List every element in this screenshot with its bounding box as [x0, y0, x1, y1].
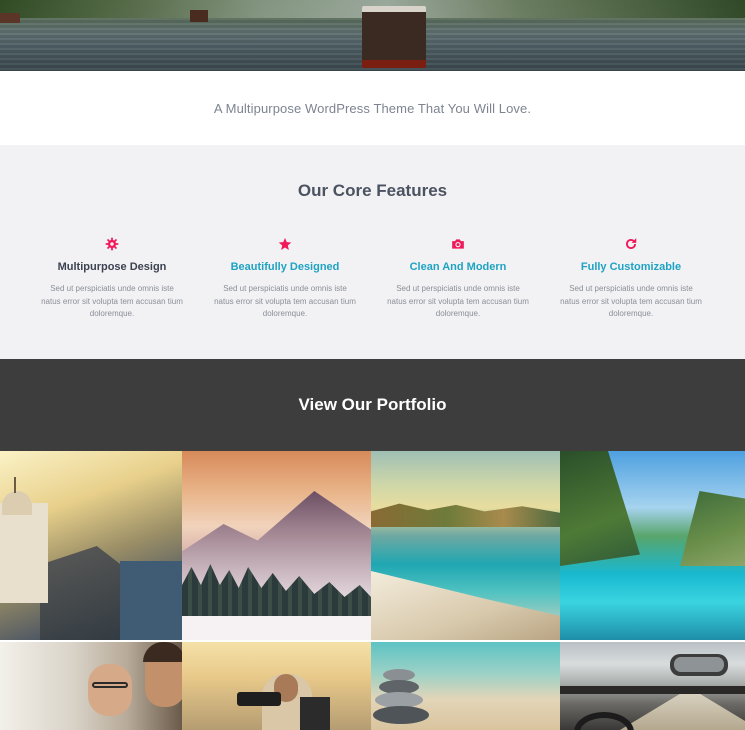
portfolio-section-header: View Our Portfolio: [0, 359, 745, 451]
portfolio-grid: [0, 451, 745, 730]
portfolio-item-mountains[interactable]: [182, 451, 371, 640]
portfolio-item-beach[interactable]: [371, 451, 560, 640]
core-features-section: Our Core Features Multipurpose Design Se…: [0, 145, 745, 359]
hero-image: [0, 0, 745, 71]
boat: [190, 10, 208, 22]
section-title: View Our Portfolio: [298, 395, 447, 414]
tagline: A Multipurpose WordPress Theme That You …: [213, 101, 532, 116]
feature-text: Sed ut perspiciatis unde omnis iste natu…: [560, 284, 702, 318]
feature-title: Multipurpose Design: [57, 261, 167, 273]
feature-multipurpose-design: Multipurpose Design Sed ut perspiciatis …: [37, 237, 187, 321]
portfolio-item-lagoon[interactable]: [560, 451, 745, 640]
portfolio-item-road-trip[interactable]: [560, 642, 745, 730]
feature-clean-and-modern: Clean And Modern Sed ut perspiciatis und…: [383, 237, 533, 321]
feature-text: Sed ut perspiciatis unde omnis iste natu…: [41, 284, 183, 318]
feature-title: Clean And Modern: [409, 261, 507, 273]
feature-beautifully-designed: Beautifully Designed Sed ut perspiciatis…: [210, 237, 360, 321]
camera-icon: [452, 239, 464, 249]
feature-title: Fully Customizable: [580, 261, 682, 273]
portfolio-item-santorini[interactable]: [0, 451, 182, 640]
feature-title: Beautifully Designed: [230, 261, 340, 273]
boat: [0, 13, 20, 23]
portfolio-item-stones[interactable]: [371, 642, 560, 730]
feature-fully-customizable: Fully Customizable Sed ut perspiciatis u…: [556, 237, 706, 321]
portfolio-item-office[interactable]: [0, 642, 182, 730]
star-icon: [278, 237, 292, 250]
boat: [362, 6, 426, 68]
refresh-icon: [625, 238, 637, 249]
portfolio-item-photographer[interactable]: [182, 642, 371, 730]
feature-text: Sed ut perspiciatis unde omnis iste natu…: [387, 284, 529, 318]
gear-icon: [105, 237, 119, 251]
tagline-section: A Multipurpose WordPress Theme That You …: [0, 71, 745, 145]
feature-text: Sed ut perspiciatis unde omnis iste natu…: [214, 284, 356, 318]
section-title: Our Core Features: [297, 181, 448, 200]
